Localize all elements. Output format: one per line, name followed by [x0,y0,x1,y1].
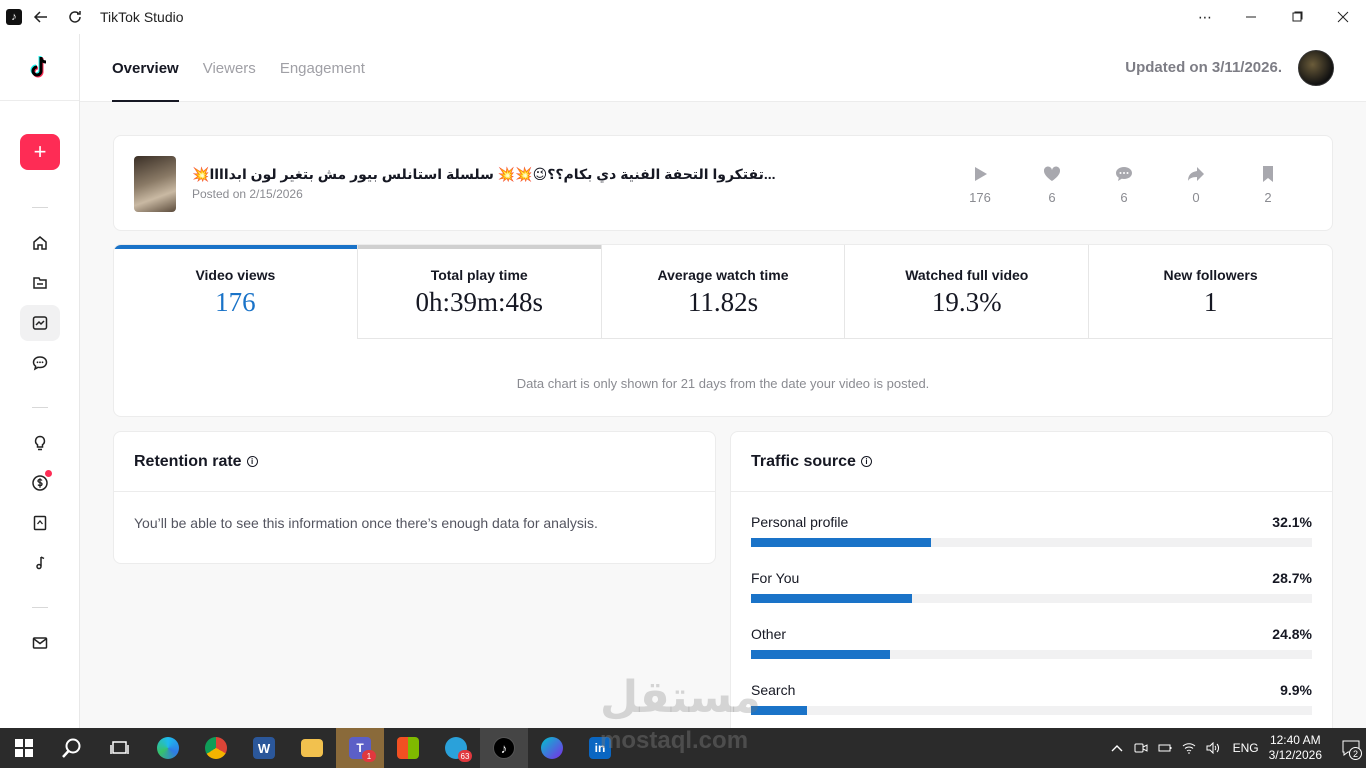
sidebar: + [0,34,80,728]
traffic-title: Traffic source [751,452,856,470]
wifi-icon[interactable] [1177,742,1201,754]
tab-overview[interactable]: Overview [112,34,179,102]
input-language[interactable]: ENG [1233,741,1259,755]
window-title: TikTok Studio [100,9,184,25]
heart-icon [1043,166,1061,181]
tab-viewers[interactable]: Viewers [203,34,256,102]
stat-likes: 6 [1016,164,1088,205]
posts-folder-icon[interactable] [20,265,60,301]
analytics-icon[interactable] [20,305,60,341]
traffic-item-for-you: For You 28.7% [751,570,1312,626]
stat-shares: 0 [1160,164,1232,205]
share-arrow-icon [1188,167,1204,181]
traffic-item-personal-profile: Personal profile 32.1% [751,514,1312,570]
video-title: 💥تفتكروا التحفة الفنية دي بكام؟؟😉💥💥 سلسل… [192,166,776,182]
progress-fill [751,538,932,547]
chart-note: Data chart is only shown for 21 days fro… [516,376,930,391]
header: Overview Viewers Engagement Updated on 3… [80,34,1366,102]
metric-new-followers[interactable]: New followers 1 [1089,245,1332,339]
more-options-icon[interactable]: ⋯ [1182,0,1228,34]
traffic-source-card: Traffic source i Personal profile 32.1% F… [730,431,1333,751]
watermark-arabic: مستقل [600,673,761,722]
play-icon [975,167,987,181]
system-tray: ENG 12:40 AM 3/12/2026 2 [1105,728,1366,768]
minimize-button[interactable] [1228,0,1274,34]
notification-dot [45,470,52,477]
monetization-dollar-icon[interactable] [20,465,60,501]
info-icon[interactable]: i [246,456,258,467]
traffic-item-other: Other 24.8% [751,626,1312,682]
telegram-badge: 63 [458,750,472,762]
battery-plug-icon[interactable] [1153,742,1177,754]
progress-track [751,650,1312,659]
retention-message: You’ll be able to see this information o… [134,515,598,531]
edge-browser-icon[interactable] [144,728,192,768]
watermark-url: mostaql.com [600,727,749,754]
lightbulb-icon[interactable] [20,425,60,461]
video-info-card: 💥تفتكروا التحفة الفنية دي بكام؟؟😉💥💥 سلسل… [113,135,1333,231]
comments-icon[interactable] [20,345,60,381]
chrome-browser-icon[interactable] [192,728,240,768]
telegram-app-icon[interactable]: 63 [432,728,480,768]
progress-track [751,706,1312,715]
mail-icon[interactable] [20,625,60,661]
metric-total-play-time[interactable]: Total play time 0h:39m:48s [357,245,602,339]
analytics-tabs: Overview Viewers Engagement [112,34,389,102]
progress-track [751,538,1312,547]
windows-start-icon[interactable] [0,728,48,768]
title-bar: ♪ TikTok Studio ⋯ [0,0,1366,34]
info-icon[interactable]: i [860,456,872,467]
stat-saves: 2 [1232,164,1304,205]
file-explorer-icon[interactable] [288,728,336,768]
progress-track [751,594,1312,603]
retention-card: Retention rate i You’ll be able to see t… [113,431,716,564]
search-icon[interactable] [48,728,96,768]
task-view-icon[interactable] [96,728,144,768]
upload-button[interactable]: + [20,134,60,170]
maximize-button[interactable] [1274,0,1320,34]
video-posted-date: Posted on 2/15/2026 [192,187,303,201]
metric-watched-full-video[interactable]: Watched full video 19.3% [845,245,1090,339]
avatar[interactable] [1298,50,1334,86]
video-stats: 176 6 6 0 2 [944,164,1304,205]
clock[interactable]: 12:40 AM 3/12/2026 [1269,733,1322,763]
metric-average-watch-time[interactable]: Average watch time 11.82s [601,245,846,339]
teams-badge: 1 [362,750,376,762]
microsoft-store-icon[interactable] [384,728,432,768]
notification-center-icon[interactable]: 2 [1336,728,1366,768]
volume-icon[interactable] [1201,742,1225,754]
progress-fill [751,594,912,603]
updated-date: Updated on 3/11/2026. [1125,59,1282,76]
stat-views: 176 [944,164,1016,205]
teams-app-icon[interactable]: T 1 [336,728,384,768]
comment-icon [1116,167,1132,181]
notification-count: 2 [1349,747,1362,760]
back-arrow-icon[interactable] [26,2,56,32]
retention-title: Retention rate [134,452,242,470]
word-app-icon[interactable]: W [240,728,288,768]
bookmark-icon [1263,166,1273,182]
close-button[interactable] [1320,0,1366,34]
canva-app-icon[interactable] [528,728,576,768]
music-note-icon[interactable] [20,545,60,581]
home-icon[interactable] [20,225,60,261]
tiktok-app-icon: ♪ [6,9,22,25]
tiktok-taskbar-icon[interactable]: ♪ [480,728,528,768]
refresh-icon[interactable] [60,2,90,32]
stat-comments: 6 [1088,164,1160,205]
metrics-card: Video views 176 Total play time 0h:39m:4… [113,244,1333,417]
chevron-up-icon[interactable] [1105,744,1129,752]
academy-book-icon[interactable] [20,505,60,541]
tab-engagement[interactable]: Engagement [280,34,365,102]
video-thumbnail[interactable] [134,156,176,212]
metric-video-views[interactable]: Video views 176 [114,245,358,339]
progress-fill [751,650,891,659]
meet-now-icon[interactable] [1129,742,1153,754]
tiktok-logo-icon[interactable] [27,54,53,80]
